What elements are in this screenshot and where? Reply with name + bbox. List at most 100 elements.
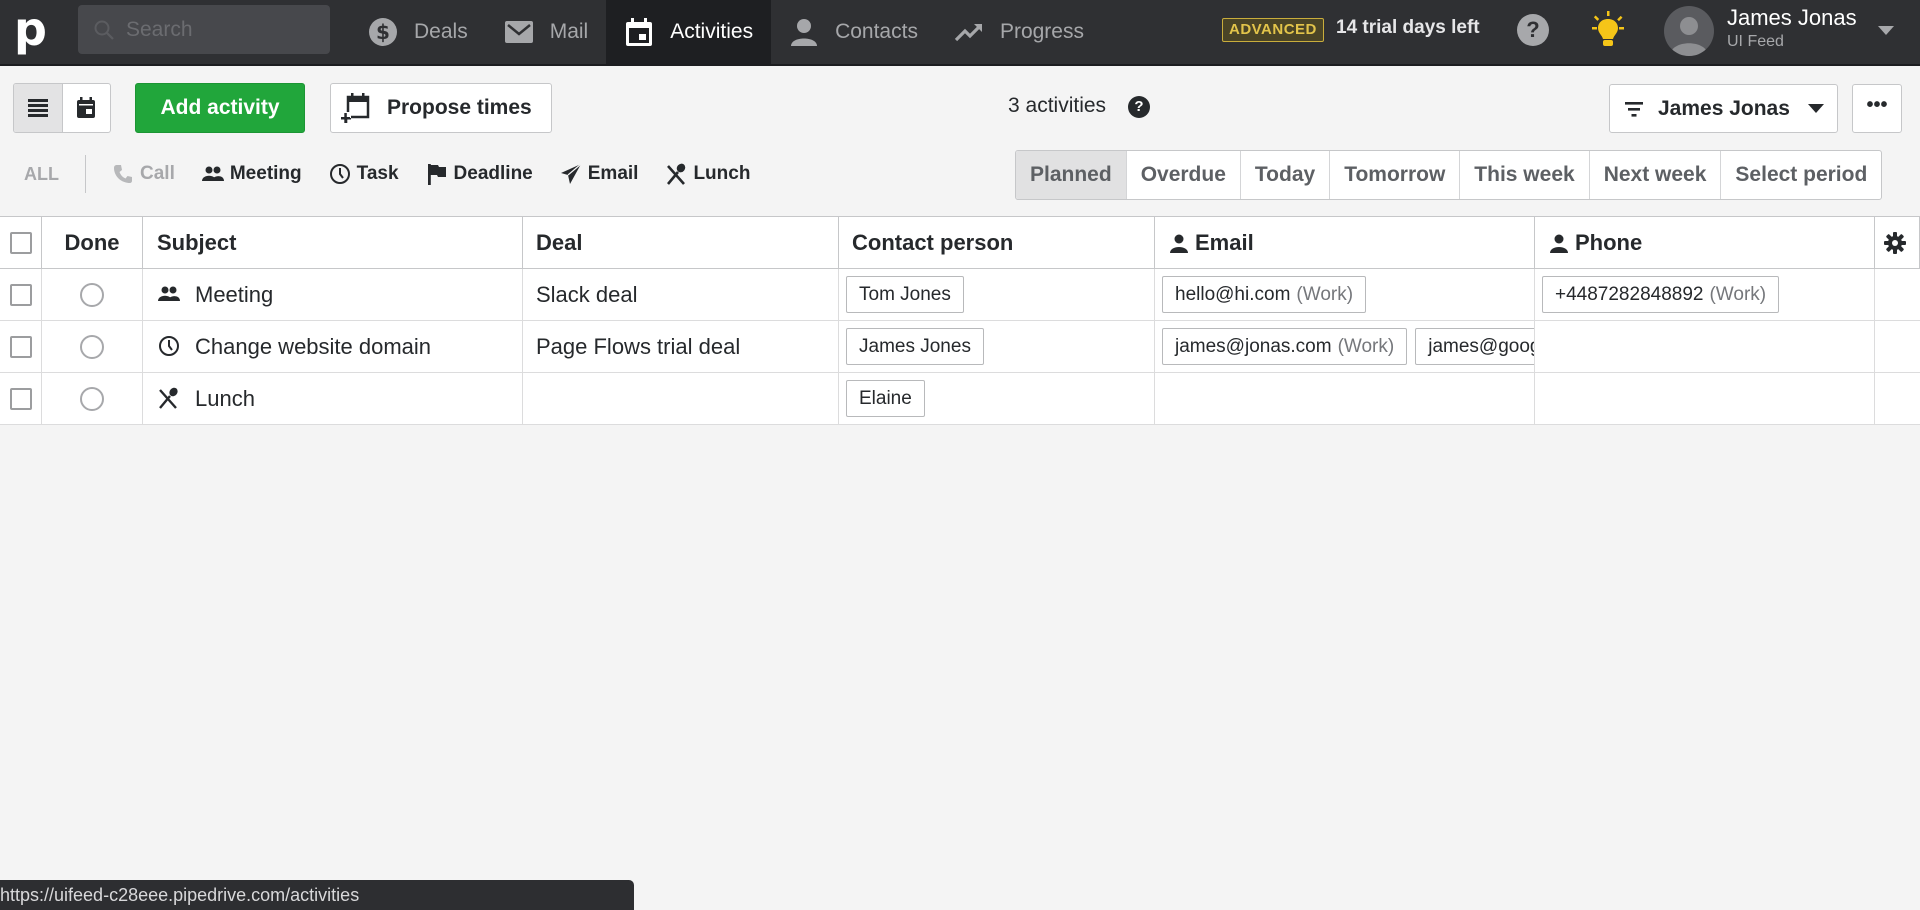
table-row[interactable]: Change website domain Page Flows trial d… — [0, 321, 1920, 373]
contact-cell: Elaine — [839, 373, 1155, 424]
subject-text: Change website domain — [195, 333, 432, 359]
contact-chip[interactable]: James Jones — [846, 328, 984, 365]
type-filter-label: Meeting — [229, 163, 302, 184]
column-header-contact[interactable]: Contact person — [839, 217, 1155, 268]
deal-cell[interactable]: Page Flows trial deal — [523, 321, 839, 372]
paper-plane-icon — [560, 163, 582, 184]
period-next-week[interactable]: Next week — [1588, 151, 1721, 199]
email-label: (Work) — [1337, 335, 1395, 357]
nav-activities[interactable]: Activities — [606, 0, 772, 64]
main-nav: $ Deals Mail Activities Contacts Progres… — [350, 0, 1102, 64]
column-header-email[interactable]: Email — [1155, 217, 1535, 268]
type-filter-all[interactable]: ALL — [24, 164, 59, 185]
period-tomorrow[interactable]: Tomorrow — [1329, 151, 1459, 199]
column-header-done[interactable]: Done — [42, 217, 143, 268]
type-filter-deadline[interactable]: Deadline — [426, 163, 533, 185]
calendar-icon — [77, 97, 96, 118]
email-chip[interactable]: james@jonas.com (Work) — [1162, 328, 1408, 365]
nav-progress[interactable]: Progress — [936, 0, 1102, 64]
calendar-plus-icon — [341, 93, 370, 123]
subject-cell[interactable]: Change website domain — [143, 321, 523, 372]
owner-filter-dropdown[interactable]: James Jonas — [1609, 84, 1838, 133]
contact-chip[interactable]: Tom Jones — [846, 276, 964, 313]
column-header-label: Email — [1195, 229, 1254, 255]
user-menu-caret-icon[interactable] — [1878, 26, 1894, 35]
row-filler — [1915, 269, 1920, 320]
column-header-deal[interactable]: Deal — [523, 217, 839, 268]
nav-label: Progress — [999, 20, 1084, 43]
nav-deals[interactable]: $ Deals — [350, 0, 486, 64]
view-toggle — [13, 83, 111, 133]
deal-cell[interactable]: Slack deal — [523, 269, 839, 320]
email-cell: james@jonas.com (Work) james@goog — [1155, 321, 1535, 372]
email-chip[interactable]: hello@hi.com (Work) — [1162, 276, 1367, 313]
type-filter-label: Email — [587, 163, 639, 184]
row-checkbox[interactable] — [9, 335, 32, 358]
help-icon[interactable]: ? — [1128, 96, 1150, 118]
email-chip[interactable]: james@goog — [1415, 328, 1534, 365]
contact-cell: Tom Jones — [839, 269, 1155, 320]
type-filter-call[interactable]: Call — [112, 163, 175, 185]
table-row[interactable]: Meeting Slack deal Tom Jones hello@hi.co… — [0, 269, 1920, 321]
table-row[interactable]: Lunch Elaine — [0, 373, 1920, 425]
mark-done-toggle[interactable] — [80, 334, 104, 359]
select-all-cell — [0, 217, 42, 268]
row-filler-cell — [1875, 373, 1915, 424]
phone-chip[interactable]: +4487282848892 (Work) — [1542, 276, 1780, 313]
row-checkbox[interactable] — [9, 387, 32, 410]
add-activity-button[interactable]: Add activity — [135, 83, 305, 133]
type-filter-email[interactable]: Email — [560, 163, 639, 185]
type-filter-meeting[interactable]: Meeting — [201, 163, 302, 185]
plan-badge[interactable]: ADVANCED — [1222, 18, 1324, 42]
help-icon[interactable]: ? — [1517, 14, 1549, 46]
propose-times-button[interactable]: Propose times — [330, 83, 552, 133]
column-header-phone[interactable]: Phone — [1535, 217, 1875, 268]
more-options-button[interactable]: ••• — [1852, 84, 1902, 133]
subject-cell[interactable]: Lunch — [143, 373, 523, 424]
contact-chip[interactable]: Elaine — [846, 380, 925, 417]
pipedrive-logo[interactable]: p — [14, 6, 54, 56]
period-planned[interactable]: Planned — [1016, 151, 1126, 199]
period-select[interactable]: Select period — [1720, 151, 1881, 199]
period-today[interactable]: Today — [1239, 151, 1329, 199]
list-view-button[interactable] — [14, 84, 63, 132]
activity-type-filter: ALL Call Meeting Task Deadline Email Lun… — [0, 155, 777, 193]
phone-value: +4487282848892 — [1555, 283, 1704, 305]
type-filter-task[interactable]: Task — [329, 163, 399, 185]
phone-cell: +4487282848892 (Work) — [1535, 269, 1875, 320]
email-value: james@jonas.com — [1175, 335, 1332, 357]
propose-times-label: Propose times — [387, 96, 532, 119]
calendar-icon — [626, 18, 653, 46]
column-header-subject[interactable]: Subject — [143, 217, 523, 268]
nav-contacts[interactable]: Contacts — [771, 0, 936, 64]
row-checkbox[interactable] — [9, 283, 32, 306]
activities-table: Done Subject Deal Contact person Email P… — [0, 216, 1920, 425]
user-avatar[interactable] — [1664, 6, 1714, 56]
calendar-view-button[interactable] — [63, 84, 111, 132]
trial-days-text[interactable]: 14 trial days left — [1336, 17, 1480, 39]
lightbulb-icon[interactable] — [1588, 10, 1628, 50]
select-all-checkbox[interactable] — [9, 231, 32, 254]
email-value: hello@hi.com — [1175, 283, 1291, 305]
period-this-week[interactable]: This week — [1459, 151, 1588, 199]
nav-mail[interactable]: Mail — [486, 0, 607, 64]
type-filter-lunch[interactable]: Lunch — [665, 163, 750, 185]
link-preview-statusbar: https://uifeed-c28eee.pipedrive.com/acti… — [0, 880, 634, 910]
subject-cell[interactable]: Meeting — [143, 269, 523, 320]
clock-icon — [329, 164, 350, 184]
mark-done-toggle[interactable] — [80, 386, 104, 411]
person-icon — [1550, 234, 1568, 253]
divider — [85, 155, 86, 193]
nav-label: Activities — [670, 20, 754, 43]
column-settings-button[interactable] — [1875, 217, 1915, 268]
type-filter-label: Deadline — [453, 163, 533, 184]
email-label: (Work) — [1296, 283, 1354, 305]
user-name[interactable]: James Jonas — [1727, 5, 1857, 31]
search-input[interactable]: Search — [78, 5, 330, 54]
people-icon — [201, 166, 224, 181]
done-cell — [42, 373, 143, 424]
deal-cell[interactable] — [523, 373, 839, 424]
person-silhouette-icon — [1670, 17, 1708, 56]
period-overdue[interactable]: Overdue — [1125, 151, 1240, 199]
mark-done-toggle[interactable] — [80, 282, 104, 307]
